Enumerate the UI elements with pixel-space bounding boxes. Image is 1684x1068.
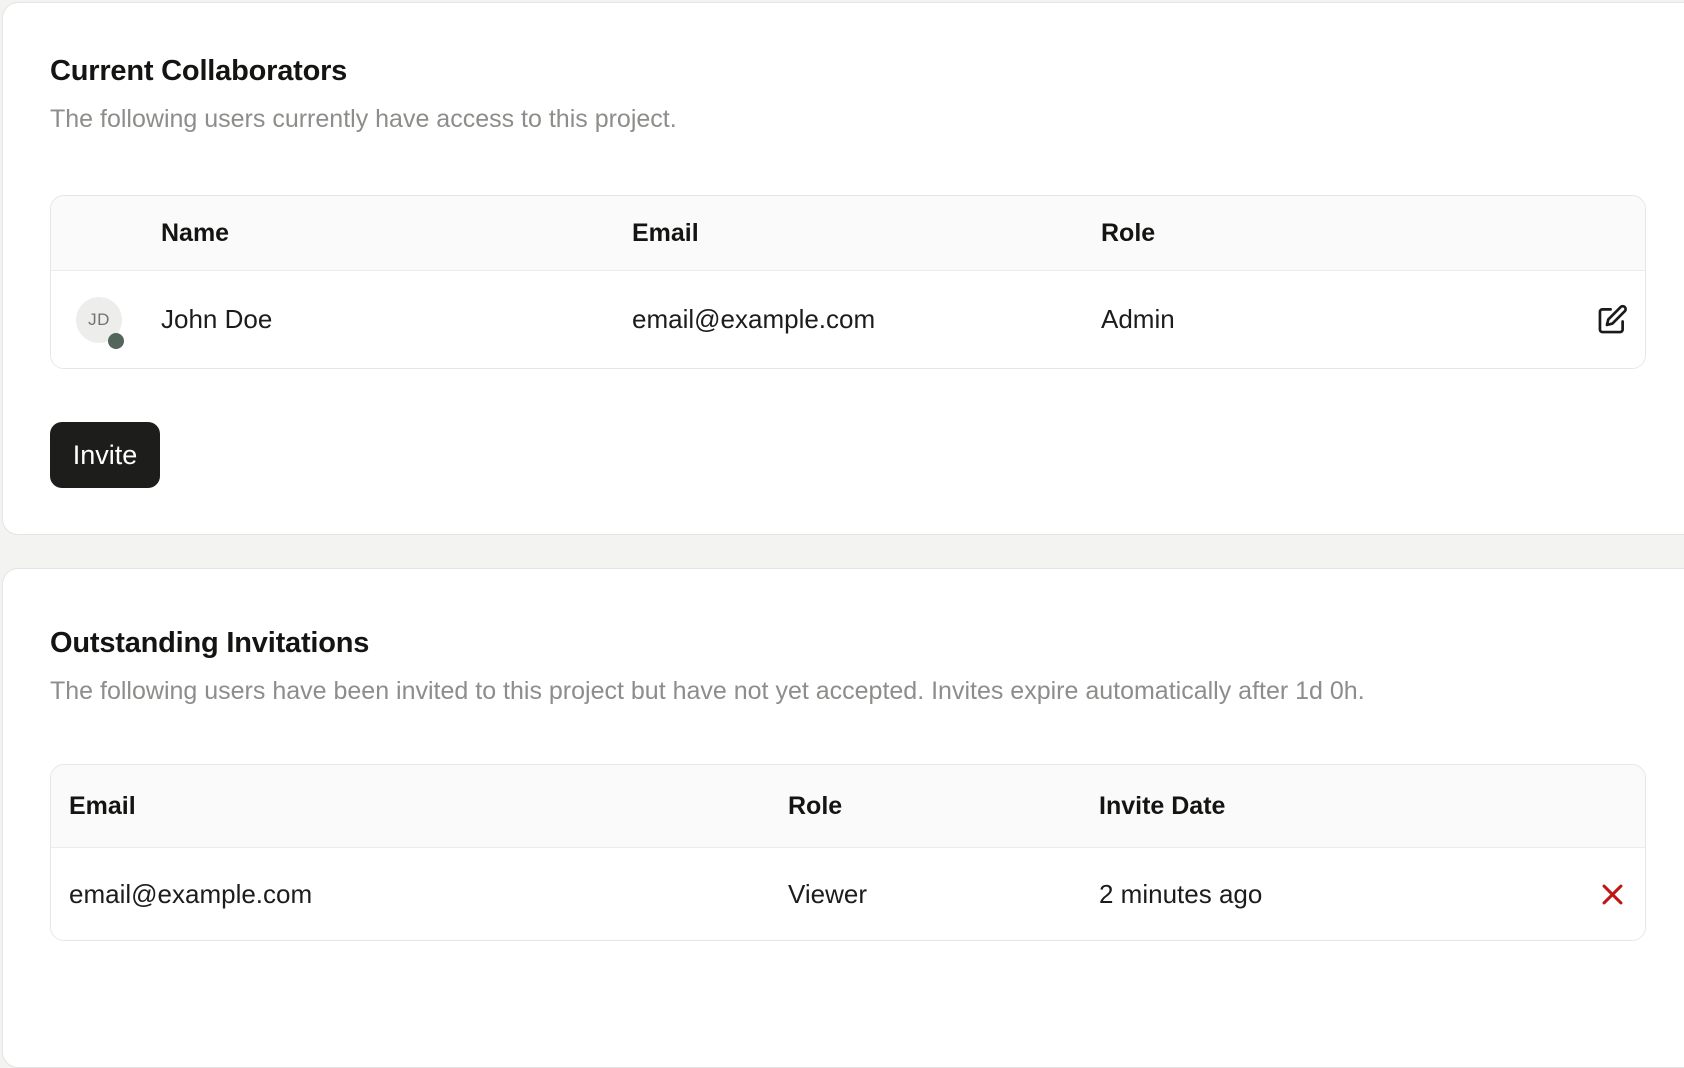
invitation-row: email@example.com Viewer 2 minutes ago <box>51 848 1645 940</box>
avatar: JD <box>76 297 122 343</box>
column-header-email: Email <box>632 219 1101 248</box>
invitation-actions-cell <box>1580 881 1645 908</box>
column-header-name: Name <box>161 219 632 248</box>
outstanding-invitations-description: The following users have been invited to… <box>50 675 1684 707</box>
edit-collaborator-button[interactable] <box>1595 303 1629 337</box>
column-header-role: Role <box>788 792 1099 821</box>
current-collaborators-card: Current Collaborators The following user… <box>2 2 1684 535</box>
collaborators-table: Name Email Role JD John Doe email@exampl… <box>50 195 1646 369</box>
invitation-email: email@example.com <box>51 879 788 910</box>
x-icon <box>1599 881 1626 908</box>
collaborator-email: email@example.com <box>632 304 1101 335</box>
outstanding-invitations-title: Outstanding Invitations <box>50 623 1684 663</box>
collaborator-row: JD John Doe email@example.com Admin <box>51 271 1645 368</box>
invite-button[interactable]: Invite <box>50 422 160 488</box>
column-header-email: Email <box>51 792 788 821</box>
avatar-initials: JD <box>88 310 110 330</box>
current-collaborators-description: The following users currently have acces… <box>50 103 1684 135</box>
avatar-cell: JD <box>51 297 161 343</box>
online-status-dot <box>108 333 124 349</box>
invitations-table-header: Email Role Invite Date <box>51 765 1645 848</box>
collaborator-actions-cell <box>1579 303 1645 337</box>
column-header-invite-date: Invite Date <box>1099 792 1580 821</box>
revoke-invitation-button[interactable] <box>1599 881 1626 908</box>
current-collaborators-title: Current Collaborators <box>50 51 1684 91</box>
collaborator-role: Admin <box>1101 304 1579 335</box>
invitation-role: Viewer <box>788 879 1099 910</box>
invitations-table: Email Role Invite Date email@example.com… <box>50 764 1646 941</box>
collaborators-table-header: Name Email Role <box>51 196 1645 271</box>
column-header-role: Role <box>1101 219 1579 248</box>
collaborator-name: John Doe <box>161 304 632 335</box>
invitation-invite-date: 2 minutes ago <box>1099 879 1580 910</box>
pencil-square-icon <box>1595 303 1629 337</box>
outstanding-invitations-card: Outstanding Invitations The following us… <box>2 568 1684 1068</box>
